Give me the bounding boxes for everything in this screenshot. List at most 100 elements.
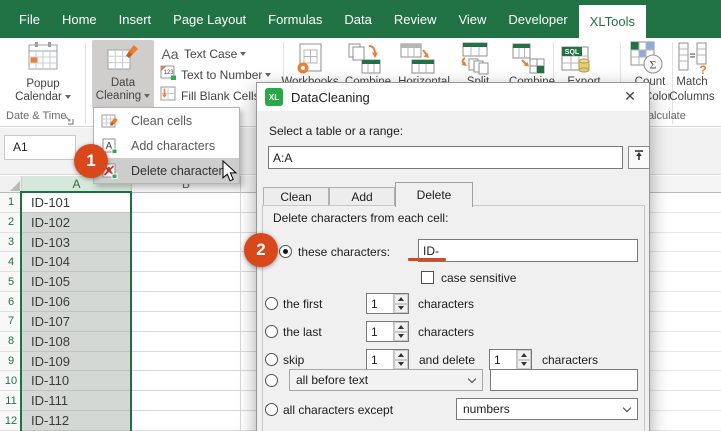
- these-characters-radio[interactable]: [279, 245, 292, 258]
- tab-developer[interactable]: Developer: [497, 0, 578, 38]
- menu-item-clean-cells[interactable]: Clean cells: [94, 108, 239, 133]
- cell-a7[interactable]: ID-107: [22, 311, 132, 332]
- tab-xltools[interactable]: XLTools: [578, 5, 646, 38]
- cell[interactable]: [241, 212, 256, 233]
- row-header-2[interactable]: 2: [0, 212, 22, 233]
- row-header-7[interactable]: 7: [0, 311, 22, 332]
- cell-a12[interactable]: ID-112: [22, 411, 132, 431]
- tab-file[interactable]: File: [8, 0, 51, 38]
- dialog-title-bar[interactable]: XL DataCleaning ✕: [257, 83, 649, 111]
- cell-a9[interactable]: ID-109: [22, 351, 132, 372]
- fill-blank-cells-button[interactable]: Fill Blank Cells: [160, 86, 260, 106]
- range-input[interactable]: [268, 146, 623, 169]
- the-first-radio[interactable]: [265, 297, 278, 310]
- cell[interactable]: [132, 311, 240, 332]
- cell[interactable]: [241, 411, 256, 431]
- stepper-up-button[interactable]: [394, 294, 408, 304]
- cell[interactable]: [650, 212, 721, 233]
- stepper-down-button[interactable]: [517, 359, 531, 369]
- the-last-radio[interactable]: [265, 325, 278, 338]
- cell[interactable]: [132, 351, 240, 372]
- tab-view[interactable]: View: [447, 0, 497, 38]
- cell[interactable]: [650, 272, 721, 293]
- dialog-tab-clean[interactable]: Clean: [263, 187, 329, 206]
- menu-item-add-characters[interactable]: A Add characters: [94, 133, 239, 158]
- cell[interactable]: [241, 371, 256, 392]
- stepper-down-button[interactable]: [394, 303, 408, 313]
- column-header-partial[interactable]: [241, 176, 256, 193]
- cell[interactable]: [132, 272, 240, 293]
- tab-formulas[interactable]: Formulas: [257, 0, 333, 38]
- the-last-count-stepper[interactable]: 1: [366, 321, 409, 342]
- row-header-6[interactable]: 6: [0, 292, 22, 312]
- count-by-color-icon[interactable]: Σ: [630, 41, 664, 80]
- text-case-button[interactable]: Aa Text Case: [160, 44, 247, 64]
- stepper-up-button[interactable]: [394, 350, 408, 360]
- cell[interactable]: [241, 193, 256, 213]
- cell-a8[interactable]: ID-108: [22, 331, 132, 352]
- select-range-button[interactable]: [628, 146, 650, 169]
- delete-count-stepper[interactable]: 1: [489, 349, 532, 370]
- cell[interactable]: [132, 391, 240, 412]
- popup-calendar-button[interactable]: Popup Calendar: [6, 41, 80, 104]
- except-radio[interactable]: [265, 403, 278, 416]
- cell[interactable]: [132, 193, 240, 213]
- before-text-dropdown[interactable]: all before text: [289, 369, 483, 391]
- before-text-radio[interactable]: [265, 374, 278, 387]
- cell[interactable]: [241, 391, 256, 412]
- cell[interactable]: [650, 232, 721, 253]
- cell[interactable]: [132, 331, 240, 352]
- select-all-corner[interactable]: [0, 176, 22, 193]
- tab-home[interactable]: Home: [51, 0, 108, 38]
- stepper-down-button[interactable]: [394, 359, 408, 369]
- skip-count-stepper[interactable]: 1: [366, 349, 409, 370]
- dialog-tab-add[interactable]: Add: [329, 187, 395, 206]
- cell[interactable]: [650, 311, 721, 332]
- cell[interactable]: [132, 411, 240, 431]
- cell-a1[interactable]: ID-101: [22, 193, 132, 213]
- cell[interactable]: [650, 411, 721, 431]
- row-header-10[interactable]: 10: [0, 371, 22, 392]
- tab-data[interactable]: Data: [333, 0, 382, 38]
- these-characters-input[interactable]: [418, 239, 638, 262]
- row-header-8[interactable]: 8: [0, 331, 22, 352]
- cell-a3[interactable]: ID-103: [22, 232, 132, 253]
- tab-insert[interactable]: Insert: [108, 0, 163, 38]
- cell-a4[interactable]: ID-104: [22, 252, 132, 273]
- row-header-3[interactable]: 3: [0, 232, 22, 253]
- before-text-input[interactable]: [490, 369, 638, 391]
- tab-page-layout[interactable]: Page Layout: [162, 0, 257, 38]
- cell[interactable]: [132, 232, 240, 253]
- name-box[interactable]: A1: [4, 135, 76, 160]
- cell[interactable]: [132, 371, 240, 392]
- cell-a5[interactable]: ID-105: [22, 272, 132, 293]
- cell[interactable]: [650, 292, 721, 312]
- cell[interactable]: [241, 311, 256, 332]
- tab-review[interactable]: Review: [383, 0, 448, 38]
- column-header-right[interactable]: [650, 176, 721, 193]
- the-first-count-stepper[interactable]: 1: [366, 293, 409, 314]
- cell[interactable]: [650, 351, 721, 372]
- cell-a2[interactable]: ID-102: [22, 212, 132, 233]
- data-cleaning-button[interactable]: Data Cleaning: [92, 40, 154, 108]
- cell[interactable]: [650, 371, 721, 392]
- cell[interactable]: [241, 272, 256, 293]
- cell[interactable]: [650, 252, 721, 273]
- cell[interactable]: [132, 292, 240, 312]
- row-header-5[interactable]: 5: [0, 272, 22, 293]
- row-header-1[interactable]: 1: [0, 193, 22, 213]
- close-icon[interactable]: ✕: [621, 88, 639, 105]
- cell[interactable]: [132, 252, 240, 273]
- cell-a6[interactable]: ID-106: [22, 292, 132, 312]
- stepper-down-button[interactable]: [394, 331, 408, 341]
- case-sensitive-checkbox[interactable]: [421, 271, 434, 284]
- row-header-9[interactable]: 9: [0, 351, 22, 372]
- cell-a11[interactable]: ID-111: [22, 391, 132, 412]
- stepper-up-button[interactable]: [394, 322, 408, 332]
- cell[interactable]: [241, 351, 256, 372]
- skip-radio[interactable]: [265, 353, 278, 366]
- cell[interactable]: [132, 212, 240, 233]
- menu-item-delete-characters[interactable]: A Delete characters: [94, 158, 239, 183]
- text-to-number-button[interactable]: 123 Text to Number: [160, 65, 272, 85]
- except-dropdown[interactable]: numbers: [456, 398, 638, 420]
